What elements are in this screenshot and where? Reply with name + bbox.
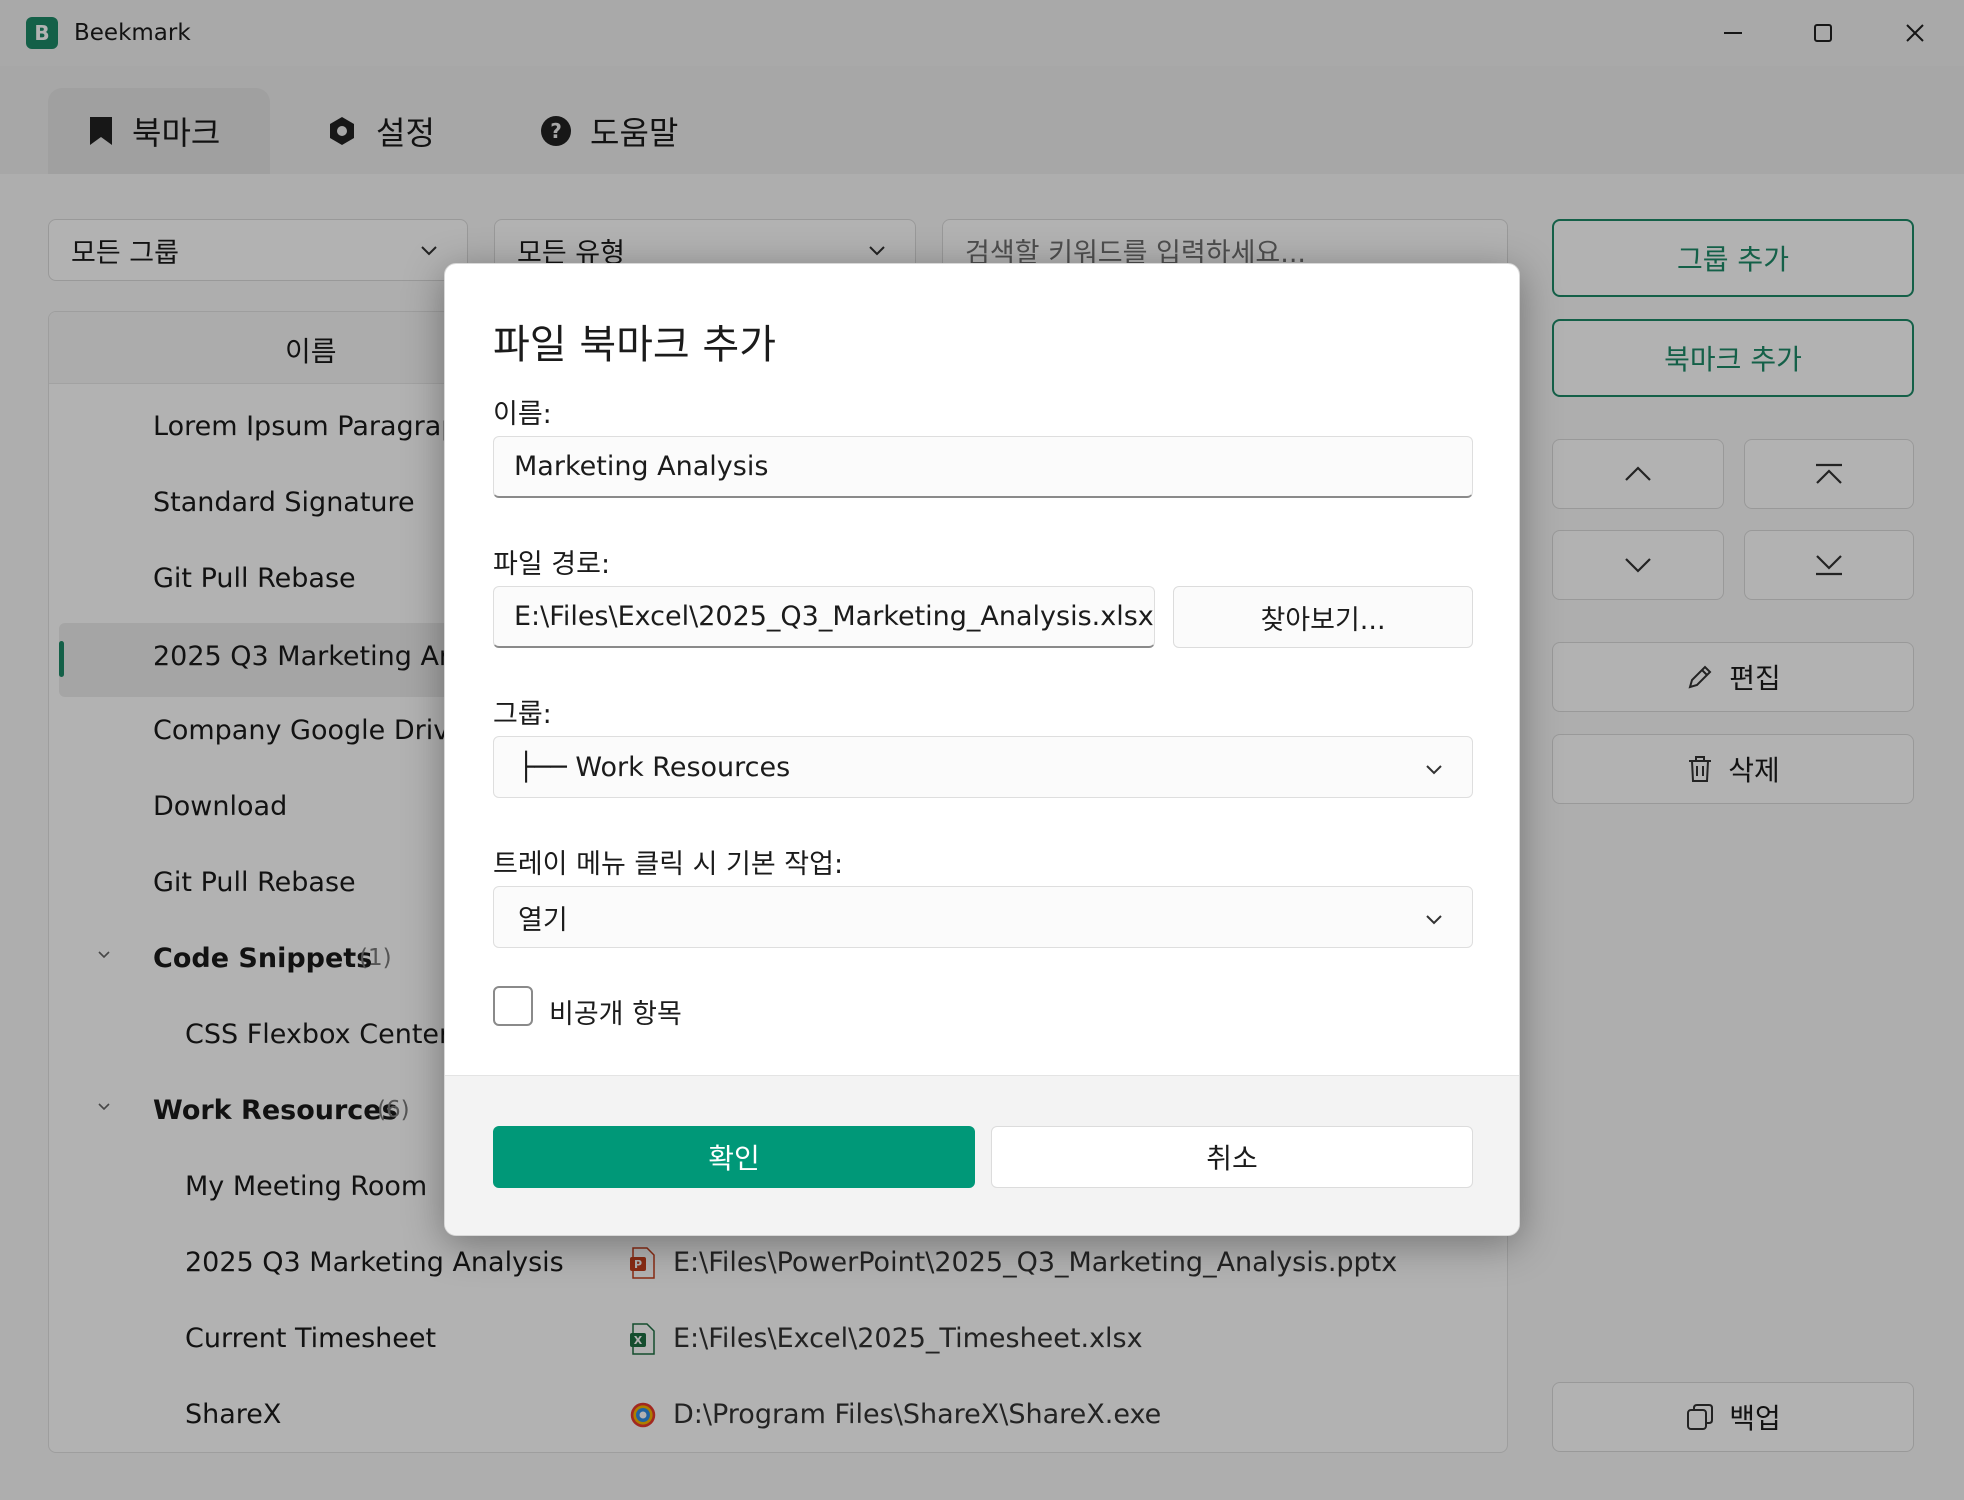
path-label: 파일 경로: <box>493 549 611 580</box>
browse-button[interactable]: 찾아보기... <box>1173 586 1473 648</box>
dialog-title: 파일 북마크 추가 <box>493 322 777 368</box>
ok-label: 확인 <box>708 1142 760 1175</box>
chevron-down-icon <box>1426 915 1442 925</box>
group-select-value: ├── Work Resources <box>518 751 791 783</box>
add-file-bookmark-dialog: 파일 북마크 추가 이름: Marketing Analysis 파일 경로: … <box>444 263 1520 1236</box>
dialog-footer: 확인 취소 <box>445 1075 1519 1235</box>
ok-button[interactable]: 확인 <box>493 1126 975 1188</box>
group-select[interactable]: ├── Work Resources <box>493 736 1473 798</box>
cancel-label: 취소 <box>1206 1142 1258 1175</box>
cancel-button[interactable]: 취소 <box>991 1126 1473 1188</box>
name-field[interactable]: Marketing Analysis <box>493 436 1473 498</box>
group-label: 그룹: <box>493 699 552 730</box>
private-checkbox-label[interactable]: 비공개 항목 <box>549 992 682 1031</box>
tray-action-label: 트레이 메뉴 클릭 시 기본 작업: <box>493 849 844 880</box>
path-field-value: E:\Files\Excel\2025_Q3_Marketing_Analysi… <box>514 601 1154 632</box>
app-window: B Beekmark 북마크 설정 ? 도움말 모든 그룹 모든 유형 검색할 … <box>0 0 1964 1500</box>
browse-label: 찾아보기... <box>1260 604 1386 636</box>
tray-action-select[interactable]: 열기 <box>493 886 1473 948</box>
name-field-value: Marketing Analysis <box>514 451 769 482</box>
name-label: 이름: <box>493 399 552 430</box>
tray-action-value: 열기 <box>518 904 568 936</box>
private-checkbox[interactable] <box>493 986 533 1026</box>
chevron-down-icon <box>1426 765 1442 775</box>
path-field[interactable]: E:\Files\Excel\2025_Q3_Marketing_Analysi… <box>493 586 1155 648</box>
